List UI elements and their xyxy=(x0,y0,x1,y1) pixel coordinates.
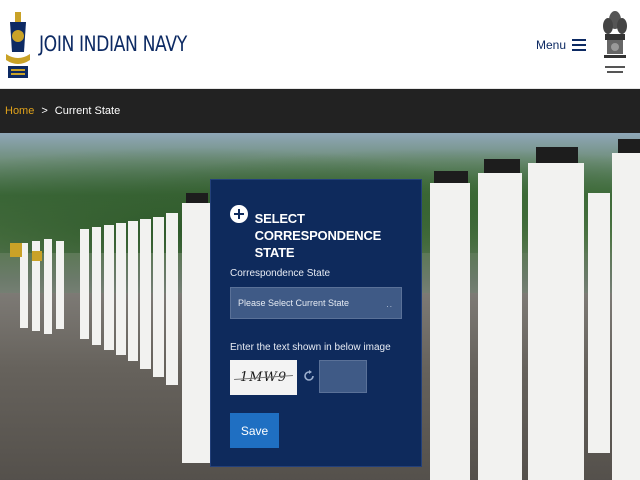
refresh-icon[interactable] xyxy=(303,370,315,382)
captcha-image: 1MW9 xyxy=(230,360,297,395)
state-select[interactable]: Please Select Current State .. xyxy=(230,287,402,319)
site-header: JOIN INDIAN NAVY Menu xyxy=(0,0,640,89)
captcha-input[interactable] xyxy=(319,360,367,393)
hamburger-icon xyxy=(572,39,587,51)
plus-circle-icon xyxy=(230,205,248,223)
national-emblem-icon xyxy=(603,11,627,73)
breadcrumb: Home > Current State xyxy=(0,89,640,133)
state-select-value: Please Select Current State xyxy=(238,298,350,308)
breadcrumb-current: Current State xyxy=(54,105,121,117)
state-label: Correspondence State xyxy=(230,268,331,279)
menu-button[interactable]: Menu xyxy=(536,38,587,52)
breadcrumb-separator: > xyxy=(41,105,48,117)
navy-crest-icon[interactable] xyxy=(4,10,32,82)
card-header: SELECT CORRESPONDENCE STATE xyxy=(230,203,421,261)
correspondence-state-card: SELECT CORRESPONDENCE STATE Corresponden… xyxy=(210,179,422,467)
captcha-label: Enter the text shown in below image xyxy=(230,342,391,353)
card-title: SELECT CORRESPONDENCE STATE xyxy=(255,210,421,261)
menu-label: Menu xyxy=(536,38,567,52)
save-button[interactable]: Save xyxy=(230,413,279,448)
card-title-line-1: SELECT xyxy=(254,211,305,226)
brand-title[interactable]: JOIN INDIAN NAVY xyxy=(39,32,187,56)
select-caret-icon: .. xyxy=(386,300,393,309)
breadcrumb-home-link[interactable]: Home xyxy=(5,105,34,117)
card-title-line-2: CORRESPONDENCE STATE xyxy=(254,228,382,260)
